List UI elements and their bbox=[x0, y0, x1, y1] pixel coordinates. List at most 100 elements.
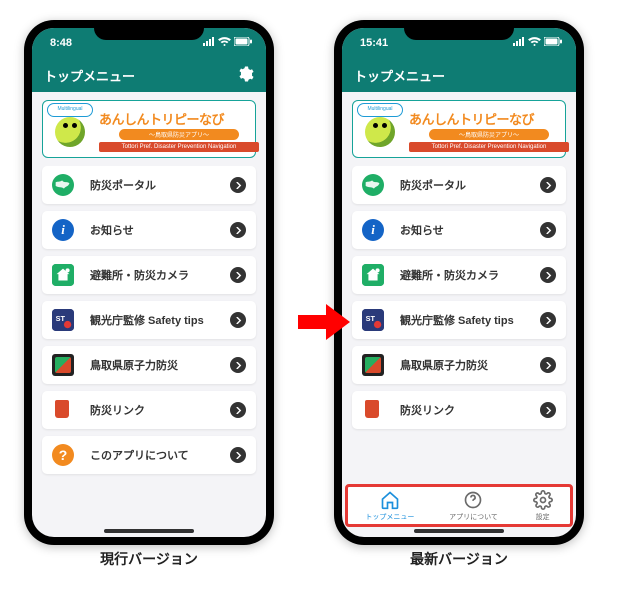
svg-text:ST: ST bbox=[56, 314, 66, 323]
tab-label: トップメニュー bbox=[365, 512, 414, 522]
menu-item-news[interactable]: i お知らせ bbox=[42, 211, 256, 249]
gear-icon bbox=[236, 71, 254, 86]
mascot-icon: Multilingual bbox=[49, 107, 95, 153]
svg-text:ST: ST bbox=[366, 314, 376, 323]
menu-item-news[interactable]: i お知らせ bbox=[352, 211, 566, 249]
gear-tab-icon bbox=[533, 490, 553, 510]
menu-label: 避難所・防災カメラ bbox=[400, 267, 524, 283]
menu-list-current[interactable]: 防災ポータル i お知らせ 避難所・防災カメラ S bbox=[32, 166, 266, 537]
screen-current: 8:48 トップメニュー bbox=[32, 28, 266, 537]
bookmark-icon bbox=[362, 399, 384, 421]
mascot-icon: Multilingual bbox=[359, 107, 405, 153]
notch bbox=[94, 20, 204, 40]
signal-icon bbox=[203, 37, 215, 49]
signal-icon bbox=[513, 37, 525, 49]
tab-settings[interactable]: 設定 bbox=[533, 490, 553, 522]
caption-latest: 最新バージョン bbox=[334, 549, 584, 569]
app-header: トップメニュー bbox=[342, 58, 576, 92]
banner-en: Tottori Pref. Disaster Prevention Naviga… bbox=[409, 142, 569, 152]
chevron-right-icon bbox=[230, 447, 246, 463]
menu-item-about[interactable]: ? このアプリについて bbox=[42, 436, 256, 474]
menu-item-nuclear[interactable]: 鳥取県原子力防災 bbox=[42, 346, 256, 384]
menu-label: 防災ポータル bbox=[90, 177, 214, 193]
menu-item-safetytips[interactable]: ST 観光庁監修 Safety tips bbox=[42, 301, 256, 339]
nuclear-icon bbox=[52, 354, 74, 376]
phone-current: 8:48 トップメニュー bbox=[24, 20, 274, 545]
chevron-right-icon bbox=[230, 222, 246, 238]
menu-item-nuclear[interactable]: 鳥取県原子力防災 bbox=[352, 346, 566, 384]
banner-title: あんしんトリピーなび bbox=[409, 109, 569, 128]
menu-label: このアプリについて bbox=[90, 447, 214, 463]
banner-title: あんしんトリピーなび bbox=[99, 109, 259, 128]
menu-label: 防災リンク bbox=[400, 402, 524, 418]
menu-item-links[interactable]: 防災リンク bbox=[352, 391, 566, 429]
banner-subtitle: ～鳥取県防災アプリ～ bbox=[429, 129, 549, 140]
banner-en: Tottori Pref. Disaster Prevention Naviga… bbox=[99, 142, 259, 152]
banner-subtitle: ～鳥取県防災アプリ～ bbox=[119, 129, 239, 140]
menu-item-shelter[interactable]: 避難所・防災カメラ bbox=[42, 256, 256, 294]
chevron-right-icon bbox=[540, 357, 556, 373]
battery-icon bbox=[234, 37, 252, 49]
menu-item-portal[interactable]: 防災ポータル bbox=[352, 166, 566, 204]
shelter-icon bbox=[52, 264, 74, 286]
info-icon: i bbox=[362, 219, 384, 241]
wifi-icon bbox=[218, 37, 231, 49]
header-title: トップメニュー bbox=[354, 66, 445, 85]
tab-label: 設定 bbox=[536, 512, 550, 522]
home-indicator[interactable] bbox=[414, 529, 504, 533]
menu-label: 防災ポータル bbox=[400, 177, 524, 193]
chevron-right-icon bbox=[230, 267, 246, 283]
safetytips-icon: ST bbox=[52, 309, 74, 331]
chevron-right-icon bbox=[230, 402, 246, 418]
settings-button[interactable] bbox=[236, 65, 254, 86]
app-banner: Multilingual あんしんトリピーなび ～鳥取県防災アプリ～ Totto… bbox=[352, 100, 566, 158]
status-time: 15:41 bbox=[360, 37, 388, 49]
tab-label: アプリについて bbox=[449, 512, 498, 522]
about-icon: ? bbox=[52, 444, 74, 466]
tabbar-highlight: トップメニュー アプリについて 設定 bbox=[345, 484, 573, 527]
menu-item-safetytips[interactable]: ST 観光庁監修 Safety tips bbox=[352, 301, 566, 339]
chevron-right-icon bbox=[540, 312, 556, 328]
banner-text: あんしんトリピーなび ～鳥取県防災アプリ～ Tottori Pref. Disa… bbox=[99, 109, 259, 152]
info-icon: i bbox=[52, 219, 74, 241]
menu-label: お知らせ bbox=[400, 222, 524, 238]
screen-latest: 15:41 トップメニュー Multili bbox=[342, 28, 576, 537]
home-indicator[interactable] bbox=[104, 529, 194, 533]
nuclear-icon bbox=[362, 354, 384, 376]
header-title: トップメニュー bbox=[44, 66, 135, 85]
menu-item-portal[interactable]: 防災ポータル bbox=[42, 166, 256, 204]
globe-icon bbox=[362, 174, 384, 196]
notch bbox=[404, 20, 514, 40]
menu-label: お知らせ bbox=[90, 222, 214, 238]
home-icon bbox=[380, 490, 400, 510]
arrow-icon bbox=[298, 304, 350, 340]
menu-item-shelter[interactable]: 避難所・防災カメラ bbox=[352, 256, 566, 294]
chevron-right-icon bbox=[230, 312, 246, 328]
menu-label: 防災リンク bbox=[90, 402, 214, 418]
chevron-right-icon bbox=[540, 402, 556, 418]
about-tab-icon bbox=[463, 490, 483, 510]
chevron-right-icon bbox=[540, 222, 556, 238]
safetytips-icon: ST bbox=[362, 309, 384, 331]
menu-label: 鳥取県原子力防災 bbox=[90, 357, 214, 373]
menu-list-latest[interactable]: 防災ポータル i お知らせ 避難所・防災カメラ ST 観光庁監修 Safety … bbox=[342, 166, 576, 478]
battery-icon bbox=[544, 37, 562, 49]
menu-item-links[interactable]: 防災リンク bbox=[42, 391, 256, 429]
chevron-right-icon bbox=[540, 267, 556, 283]
shelter-icon bbox=[362, 264, 384, 286]
status-icons bbox=[513, 37, 562, 49]
menu-label: 鳥取県原子力防災 bbox=[400, 357, 524, 373]
banner-text: あんしんトリピーなび ～鳥取県防災アプリ～ Tottori Pref. Disa… bbox=[409, 109, 569, 152]
bookmark-icon bbox=[52, 399, 74, 421]
menu-label: 観光庁監修 Safety tips bbox=[90, 312, 214, 328]
app-banner: Multilingual あんしんトリピーなび ～鳥取県防災アプリ～ Totto… bbox=[42, 100, 256, 158]
multilingual-badge: Multilingual bbox=[357, 103, 403, 117]
tab-about[interactable]: アプリについて bbox=[449, 490, 498, 522]
status-icons bbox=[203, 37, 252, 49]
wifi-icon bbox=[528, 37, 541, 49]
tab-top-menu[interactable]: トップメニュー bbox=[365, 490, 414, 522]
globe-icon bbox=[52, 174, 74, 196]
menu-label: 観光庁監修 Safety tips bbox=[400, 312, 524, 328]
menu-label: 避難所・防災カメラ bbox=[90, 267, 214, 283]
chevron-right-icon bbox=[230, 357, 246, 373]
